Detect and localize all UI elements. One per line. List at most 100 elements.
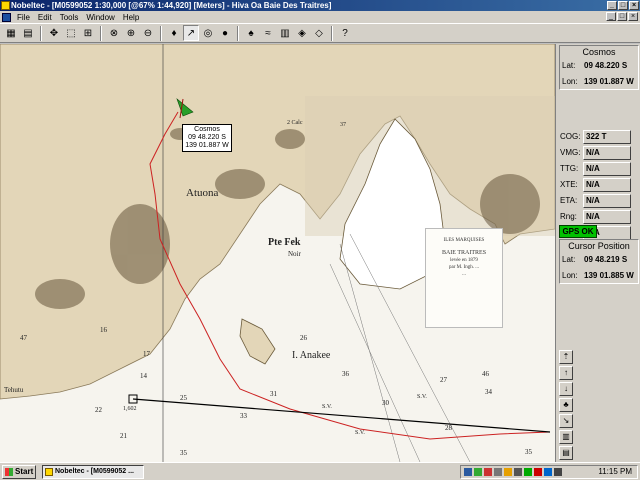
tide-down-icon[interactable]: ↓ [559, 382, 573, 396]
nav-row-eta: ETA: N/A [559, 194, 634, 208]
range-ring-icon[interactable]: ◎ [200, 25, 216, 41]
print-tool-icon[interactable]: ▤ [559, 446, 573, 460]
system-tray: 11:15 PM [460, 465, 638, 479]
nav-value[interactable]: N/A [583, 178, 631, 192]
speaker-icon[interactable] [504, 468, 512, 476]
toolbar-separator [160, 25, 162, 41]
globe-icon[interactable]: ● [217, 25, 233, 41]
menu-file[interactable]: File [13, 13, 34, 22]
depth-label: 28 [445, 424, 452, 432]
menu-bar: File Edit Tools Window Help _ □ × [0, 11, 640, 23]
select-icon[interactable]: ⬚ [63, 25, 79, 41]
scroll-up-icon[interactable]: ⇡ [559, 350, 573, 364]
printer-icon[interactable] [514, 468, 522, 476]
taskbar-item-nobeltec[interactable]: Nobeltec - [M0599052 ... [42, 465, 144, 479]
start-button[interactable]: Start [2, 465, 36, 479]
nav-value[interactable]: N/A [583, 162, 631, 176]
maximize-button[interactable]: □ [618, 1, 628, 10]
vessel-lat-row: Lat: 09 48.220 S [560, 58, 638, 74]
monitor-icon[interactable] [494, 468, 502, 476]
taskbar: Start Nobeltec - [M0599052 ... 11:15 PM [0, 462, 640, 480]
island-anakee [239, 318, 276, 365]
gps-tray-icon[interactable] [524, 468, 532, 476]
nav-label: COG: [560, 132, 581, 141]
depth-label: 46 [482, 370, 489, 378]
nav-value[interactable]: N/A [583, 194, 631, 208]
layer-tool-icon[interactable]: ▥ [559, 430, 573, 444]
nav-label: ETA: [560, 196, 578, 205]
gps-status: GPS OK [559, 225, 597, 238]
menu-window[interactable]: Window [82, 13, 118, 22]
clock[interactable]: 11:15 PM [598, 466, 632, 478]
waypoint-icon[interactable]: ♦ [166, 25, 182, 41]
soundings-label: S.V. [417, 394, 427, 400]
nobeltec-app-icon [45, 468, 53, 476]
bluetooth-icon[interactable] [544, 468, 552, 476]
nav-row-cog: COG: 322 T [559, 130, 634, 144]
place-atuona: Atuona [186, 187, 219, 199]
vessel-name: Cosmos [582, 47, 616, 57]
place-calc: 2 Calc [287, 120, 303, 126]
depth-label: 36 [342, 370, 349, 378]
nav-label: Rng: [560, 212, 577, 221]
nav-row-xte: XTE: N/A [559, 178, 634, 192]
pan-icon[interactable]: ✥ [46, 25, 62, 41]
menu-edit[interactable]: Edit [34, 13, 56, 22]
help-icon[interactable]: ? [337, 25, 353, 41]
tray-app-icon[interactable] [474, 468, 482, 476]
cursor-title: Cursor Position [568, 241, 630, 251]
place-pte-fek: Pte Fek [268, 237, 301, 248]
menu-help[interactable]: Help [119, 13, 143, 22]
layers-icon[interactable]: ▥ [277, 25, 293, 41]
open-icon[interactable]: ▤ [20, 25, 36, 41]
route-icon[interactable]: ↗ [183, 25, 199, 41]
depth-label: 47 [20, 334, 27, 342]
boat-label-lon: 139 01.887 W [185, 142, 229, 149]
legend-line: par M. Ingh. ... [449, 265, 479, 270]
zoom-out-icon[interactable]: ⊖ [140, 25, 156, 41]
depth-label: 35 [525, 448, 532, 456]
stop-icon[interactable]: ⊗ [106, 25, 122, 41]
boat-label[interactable]: Cosmos 09 48.220 S 139 01.887 W [182, 124, 232, 152]
menu-tools[interactable]: Tools [56, 13, 83, 22]
cursor-lon-label: Lon: [562, 271, 578, 280]
legend-line: ILES MARQUISES [443, 238, 485, 243]
doc-restore-button[interactable]: □ [617, 12, 627, 21]
overlay-icon[interactable]: ◈ [294, 25, 310, 41]
window-title: Nobeltec - [M0599052 1:30,000 [@67% 1:44… [11, 1, 332, 10]
route-tool-icon[interactable]: ↘ [559, 414, 573, 428]
cursor-lat-label: Lat: [562, 255, 576, 264]
zoom-in-icon[interactable]: ⊕ [123, 25, 139, 41]
app-icon[interactable] [1, 1, 10, 10]
depth-label: 35 [180, 449, 187, 457]
chart-icon[interactable]: ▦ [3, 25, 19, 41]
minimize-button[interactable]: _ [607, 1, 617, 10]
close-button[interactable]: × [629, 1, 639, 10]
toolbar-separator [331, 25, 333, 41]
boat-icon[interactable]: ♠ [243, 25, 259, 41]
antivirus-icon[interactable] [484, 468, 492, 476]
depth-label: 30 [382, 399, 389, 407]
keyboard-icon[interactable] [554, 468, 562, 476]
close-tray-icon[interactable] [534, 468, 542, 476]
depth-label: 34 [485, 388, 492, 396]
nav-value[interactable]: N/A [583, 146, 631, 160]
nav-value[interactable]: 322 T [583, 130, 631, 144]
info-icon[interactable]: ◇ [311, 25, 327, 41]
cursor-box: Cursor Position Lat: 09 48.219 S Lon: 13… [559, 239, 639, 284]
nav-value[interactable]: N/A [583, 210, 631, 224]
boat-tool-icon[interactable]: ♣ [559, 398, 573, 412]
grid-icon[interactable]: ⊞ [80, 25, 96, 41]
doc-minimize-button[interactable]: _ [606, 12, 616, 21]
network-icon[interactable] [464, 468, 472, 476]
cursor-lon-value: 139 01.885 W [584, 271, 634, 280]
boat-label-name: Cosmos [194, 126, 220, 133]
tide-icon[interactable]: ≈ [260, 25, 276, 41]
doc-close-button[interactable]: × [628, 12, 638, 21]
nautical-chart[interactable]: Cosmos 09 48.220 S 139 01.887 W Atuona P… [0, 44, 555, 462]
depth-label: 26 [300, 334, 307, 342]
document-icon[interactable] [2, 12, 11, 22]
vessel-lat-label: Lat: [562, 61, 576, 70]
tide-up-icon[interactable]: ↑ [559, 366, 573, 380]
start-label: Start [15, 467, 34, 476]
